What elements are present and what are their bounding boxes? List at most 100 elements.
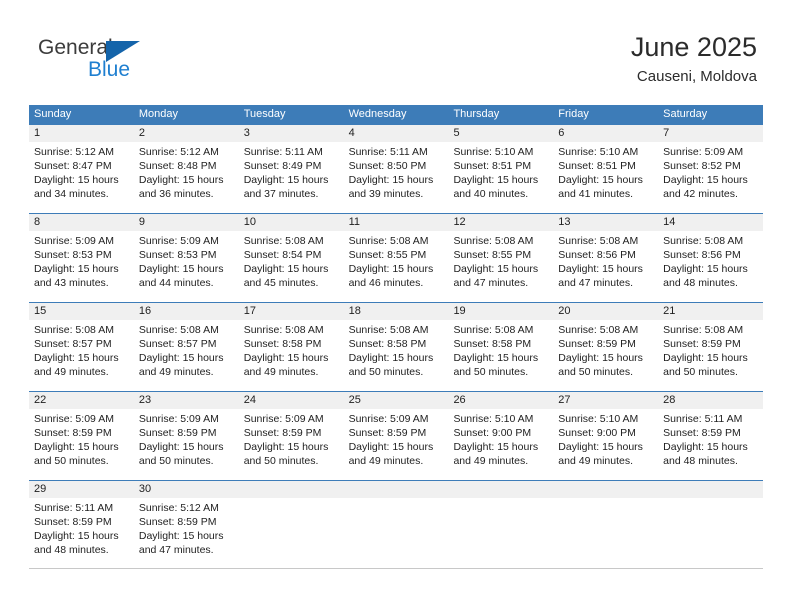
calendar-day-cell[interactable]: 29 Sunrise: 5:11 AM Sunset: 8:59 PM Dayligh… — [29, 481, 134, 568]
general-blue-logo[interactable]: General Blue — [38, 36, 218, 92]
sunset-text: Sunset: 8:50 PM — [348, 160, 427, 172]
sunrise-text: Sunrise: 5:11 AM — [34, 502, 114, 514]
sunrise-text: Sunrise: 5:08 AM — [138, 324, 219, 336]
daylight-text-line2: and 39 minutes. — [348, 188, 424, 200]
calendar-day-cell[interactable]: 12 Sunrise: 5:08 AM Sunset: 8:55 PM Dayligh… — [448, 214, 554, 302]
sunset-text: Sunset: 8:58 PM — [243, 338, 322, 350]
calendar-weeks: 1 Sunrise: 5:12 AM Sunset: 8:47 PM Daylight… — [29, 124, 764, 569]
calendar-day-cell[interactable]: 19 Sunrise: 5:08 AM Sunset: 8:58 PM Dayligh… — [448, 303, 554, 391]
sunrise-text: Sunrise: 5:11 AM — [663, 413, 743, 425]
calendar-day-cell[interactable]: 9 Sunrise: 5:09 AM Sunset: 8:53 PM Daylight… — [133, 214, 239, 302]
daylight-text-line1: Daylight: 15 hours — [453, 263, 539, 275]
sunrise-text: Sunrise: 5:08 AM — [453, 324, 534, 336]
day-number: 24 — [238, 392, 344, 409]
sunset-text: Sunset: 8:59 PM — [348, 427, 427, 439]
daylight-text-line2: and 49 minutes. — [138, 366, 214, 378]
calendar-day-cell[interactable]: 16 Sunrise: 5:08 AM Sunset: 8:57 PM Dayligh… — [133, 303, 239, 391]
calendar-day-cell[interactable]: 26 Sunrise: 5:10 AM Sunset: 9:00 PM Dayligh… — [448, 392, 554, 480]
calendar-day-cell[interactable]: 6 Sunrise: 5:10 AM Sunset: 8:51 PM Daylight… — [553, 125, 659, 213]
daylight-text-line2: and 46 minutes. — [348, 277, 424, 289]
calendar-day-cell[interactable]: 24 Sunrise: 5:09 AM Sunset: 8:59 PM Dayligh… — [238, 392, 344, 480]
day-number — [553, 481, 659, 498]
sunset-text: Sunset: 8:53 PM — [34, 249, 112, 261]
daylight-text-line2: and 50 minutes. — [453, 366, 529, 378]
sunset-text: Sunset: 8:59 PM — [138, 427, 217, 439]
calendar-day-cell[interactable]: 7 Sunrise: 5:09 AM Sunset: 8:52 PM Daylight… — [658, 125, 764, 213]
sunset-text: Sunset: 8:57 PM — [138, 338, 217, 350]
calendar-day-cell[interactable]: 25 Sunrise: 5:09 AM Sunset: 8:59 PM Dayligh… — [343, 392, 449, 480]
sunset-text: Sunset: 8:52 PM — [663, 160, 741, 172]
weekday-header-saturday: Saturday — [663, 108, 708, 120]
daylight-text-line2: and 47 minutes. — [558, 277, 634, 289]
day-details: Sunrise: 5:08 AM Sunset: 8:56 PM Daylight:… — [553, 231, 658, 290]
calendar-day-cell[interactable]: 8 Sunrise: 5:09 AM Sunset: 8:53 PM Daylight… — [29, 214, 134, 302]
day-number: 20 — [553, 303, 659, 320]
sunrise-text: Sunrise: 5:08 AM — [34, 324, 114, 336]
daylight-text-line2: and 45 minutes. — [243, 277, 319, 289]
calendar-empty-cell — [553, 481, 659, 568]
daylight-text-line1: Daylight: 15 hours — [243, 352, 329, 364]
daylight-text-line1: Daylight: 15 hours — [558, 263, 643, 275]
calendar-week-row: 15 Sunrise: 5:08 AM Sunset: 8:57 PM Dayligh… — [29, 302, 764, 391]
sunrise-text: Sunrise: 5:08 AM — [453, 235, 534, 247]
sunrise-text: Sunrise: 5:09 AM — [243, 413, 324, 425]
logo-text-general: General — [38, 36, 113, 59]
weekday-header-sunday: Sunday — [34, 108, 72, 120]
calendar-day-cell[interactable]: 1 Sunrise: 5:12 AM Sunset: 8:47 PM Daylight… — [29, 125, 134, 213]
calendar-day-cell[interactable]: 11 Sunrise: 5:08 AM Sunset: 8:55 PM Dayligh… — [343, 214, 449, 302]
daylight-text-line2: and 43 minutes. — [34, 277, 109, 289]
sunrise-text: Sunrise: 5:10 AM — [558, 146, 639, 158]
calendar-day-cell[interactable]: 22 Sunrise: 5:09 AM Sunset: 8:59 PM Dayligh… — [29, 392, 134, 480]
sunset-text: Sunset: 8:59 PM — [34, 516, 112, 528]
daylight-text-line2: and 50 minutes. — [243, 455, 319, 467]
weekday-header-tuesday: Tuesday — [243, 108, 286, 120]
daylight-text-line1: Daylight: 15 hours — [34, 352, 119, 364]
daylight-text-line1: Daylight: 15 hours — [558, 441, 643, 453]
sunrise-text: Sunrise: 5:08 AM — [348, 235, 429, 247]
calendar-day-cell[interactable]: 3 Sunrise: 5:11 AM Sunset: 8:49 PM Daylight… — [238, 125, 344, 213]
calendar-day-cell[interactable]: 17 Sunrise: 5:08 AM Sunset: 8:58 PM Dayligh… — [238, 303, 344, 391]
calendar-day-cell[interactable]: 15 Sunrise: 5:08 AM Sunset: 8:57 PM Dayligh… — [29, 303, 134, 391]
calendar-day-cell[interactable]: 21 Sunrise: 5:08 AM Sunset: 8:59 PM Dayligh… — [658, 303, 764, 391]
day-number: 12 — [448, 214, 554, 231]
day-number: 4 — [343, 125, 449, 142]
day-number: 19 — [448, 303, 554, 320]
calendar-day-cell[interactable]: 28 Sunrise: 5:11 AM Sunset: 8:59 PM Dayligh… — [658, 392, 764, 480]
day-details: Sunrise: 5:12 AM Sunset: 8:59 PM Daylight:… — [134, 498, 239, 557]
weekday-header-thursday: Thursday — [453, 108, 500, 120]
calendar-day-cell[interactable]: 2 Sunrise: 5:12 AM Sunset: 8:48 PM Daylight… — [133, 125, 239, 213]
calendar-day-cell[interactable]: 10 Sunrise: 5:08 AM Sunset: 8:54 PM Dayligh… — [238, 214, 344, 302]
daylight-text-line1: Daylight: 15 hours — [34, 530, 119, 542]
calendar-day-cell[interactable]: 5 Sunrise: 5:10 AM Sunset: 8:51 PM Daylight… — [448, 125, 554, 213]
calendar-day-cell[interactable]: 20 Sunrise: 5:08 AM Sunset: 8:59 PM Dayligh… — [553, 303, 659, 391]
daylight-text-line1: Daylight: 15 hours — [348, 352, 434, 364]
calendar-day-cell[interactable]: 27 Sunrise: 5:10 AM Sunset: 9:00 PM Dayligh… — [553, 392, 659, 480]
calendar-day-cell[interactable]: 4 Sunrise: 5:11 AM Sunset: 8:50 PM Daylight… — [343, 125, 449, 213]
sunrise-text: Sunrise: 5:09 AM — [34, 235, 114, 247]
day-details: Sunrise: 5:09 AM Sunset: 8:52 PM Daylight:… — [658, 142, 763, 201]
sunset-text: Sunset: 8:59 PM — [663, 427, 741, 439]
logo-text-blue: Blue — [88, 58, 131, 81]
daylight-text-line1: Daylight: 15 hours — [453, 441, 539, 453]
daylight-text-line2: and 37 minutes. — [243, 188, 319, 200]
calendar-day-cell[interactable]: 18 Sunrise: 5:08 AM Sunset: 8:58 PM Dayligh… — [343, 303, 449, 391]
day-details: Sunrise: 5:08 AM Sunset: 8:59 PM Daylight:… — [658, 320, 763, 379]
day-details: Sunrise: 5:12 AM Sunset: 8:48 PM Daylight:… — [134, 142, 239, 201]
page-header: General Blue June 2025 Causeni, Moldova — [0, 0, 792, 100]
day-number: 2 — [133, 125, 239, 142]
weekday-header-wednesday: Wednesday — [348, 108, 407, 120]
daylight-text-line1: Daylight: 15 hours — [34, 174, 119, 186]
calendar-day-cell[interactable]: 23 Sunrise: 5:09 AM Sunset: 8:59 PM Dayligh… — [133, 392, 239, 480]
calendar-page: General Blue June 2025 Causeni, Moldova … — [0, 0, 792, 612]
daylight-text-line2: and 49 minutes. — [34, 366, 109, 378]
calendar-day-cell[interactable]: 13 Sunrise: 5:08 AM Sunset: 8:56 PM Dayligh… — [553, 214, 659, 302]
day-number: 30 — [133, 481, 239, 498]
day-number: 17 — [238, 303, 344, 320]
calendar-day-cell[interactable]: 30 Sunrise: 5:12 AM Sunset: 8:59 PM Dayligh… — [133, 481, 239, 568]
sunrise-text: Sunrise: 5:10 AM — [453, 146, 534, 158]
calendar-day-cell[interactable]: 14 Sunrise: 5:08 AM Sunset: 8:56 PM Dayligh… — [658, 214, 764, 302]
daylight-text-line2: and 40 minutes. — [453, 188, 529, 200]
sunset-text: Sunset: 9:00 PM — [558, 427, 636, 439]
day-number: 16 — [133, 303, 239, 320]
daylight-text-line2: and 49 minutes. — [348, 455, 424, 467]
